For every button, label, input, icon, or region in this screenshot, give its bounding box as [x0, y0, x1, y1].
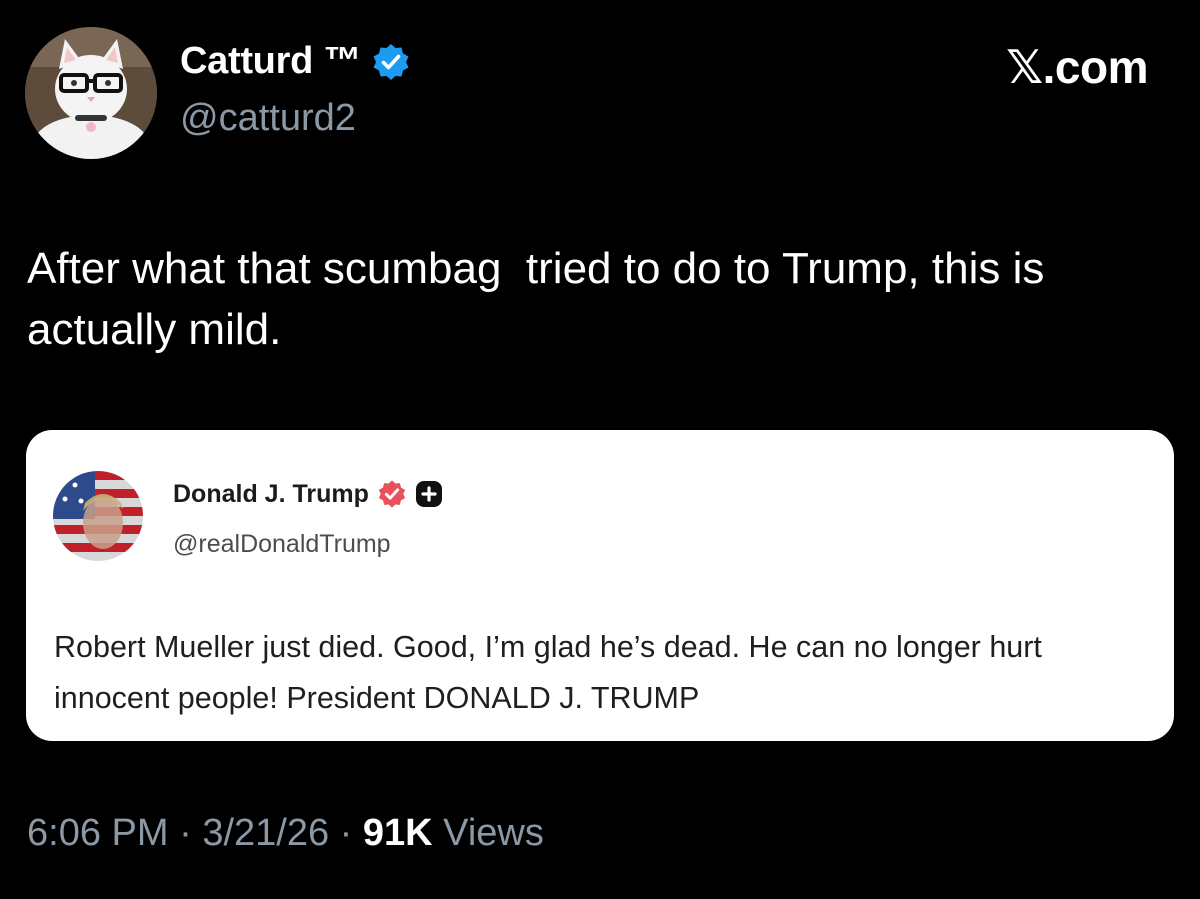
- cat-with-glasses-avatar-icon: [25, 27, 157, 159]
- flag-portrait-avatar-icon: [53, 471, 143, 561]
- meta-separator: ·: [329, 812, 363, 854]
- views-label: Views: [443, 812, 544, 854]
- x-logo: 𝕏.com: [1006, 41, 1148, 93]
- author-handle[interactable]: @catturd2: [180, 97, 356, 140]
- quoted-author-avatar[interactable]: [53, 471, 143, 561]
- quoted-author-display-name[interactable]: Donald J. Trump: [173, 480, 369, 509]
- post-time[interactable]: 6:06 PM: [27, 812, 169, 854]
- quoted-author-handle[interactable]: @realDonaldTrump: [173, 530, 391, 559]
- tweet-text: After what that scumbag tried to do to T…: [27, 244, 1057, 354]
- tweet-metadata: 6:06 PM · 3/21/26 · 91K Views: [27, 812, 544, 855]
- author-avatar[interactable]: [25, 27, 157, 159]
- plus-badge-icon: [415, 480, 443, 508]
- quoted-author-name-row[interactable]: Donald J. Trump: [173, 479, 443, 509]
- views-count: 91K: [362, 812, 433, 854]
- quoted-post-text: Robert Mueller just died. Good, I’m glad…: [54, 630, 1042, 715]
- author-display-name[interactable]: Catturd ™: [180, 40, 361, 83]
- post-date[interactable]: 3/21/26: [202, 812, 329, 854]
- meta-separator: ·: [168, 812, 203, 854]
- author-name-row[interactable]: Catturd ™: [180, 40, 411, 83]
- verified-badge-icon: [371, 42, 411, 82]
- quoted-post-card[interactable]: Donald J. Trump @realDonaldTrump Robert …: [26, 430, 1174, 741]
- quoted-verified-badge-icon: [377, 479, 407, 509]
